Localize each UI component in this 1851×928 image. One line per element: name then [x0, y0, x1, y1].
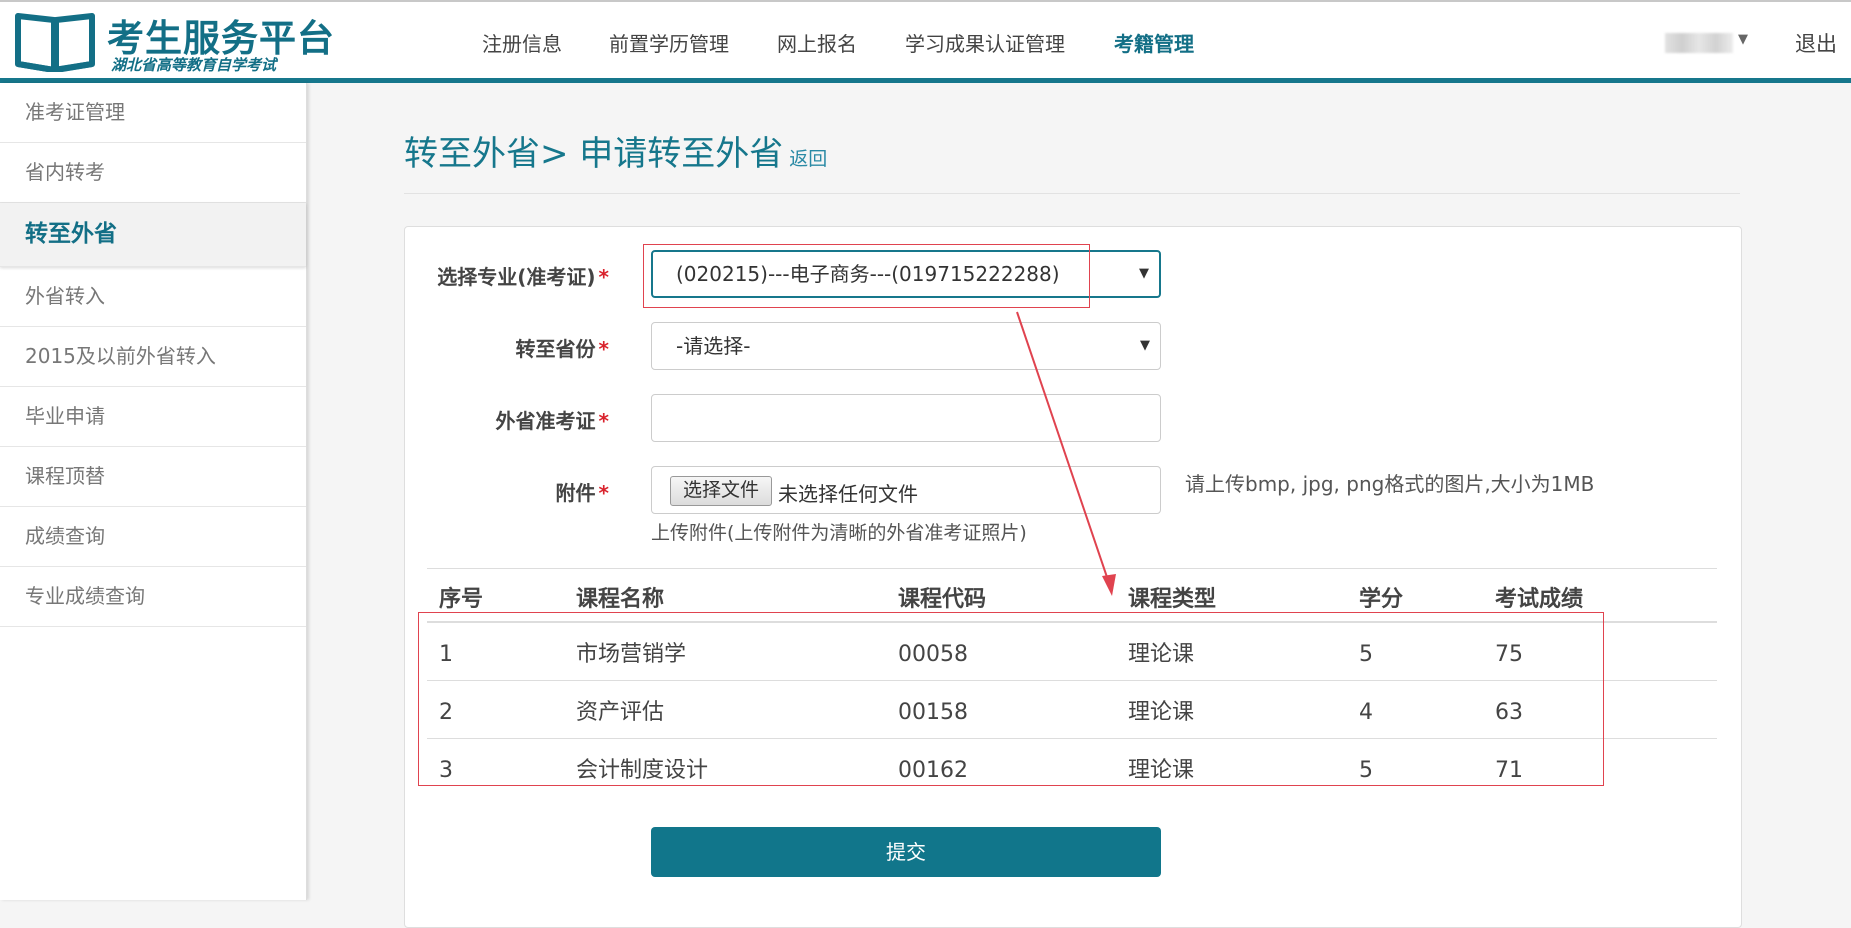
logout-link[interactable]: 退出 [1795, 28, 1837, 58]
annotation-box-major [643, 244, 1090, 308]
open-book-icon [15, 13, 95, 72]
select-arrow-icon: ▼ [1139, 266, 1149, 281]
ticket-label: 外省准考证 * [359, 405, 609, 434]
sidebar-item-transfer-out[interactable]: 转至外省 [0, 203, 306, 267]
attachment-label: 附件 * [359, 477, 609, 506]
sidebar-item-score-query[interactable]: 成绩查询 [0, 507, 306, 567]
choose-file-button[interactable]: 选择文件 [670, 476, 773, 506]
submit-button[interactable]: 提交 [651, 827, 1161, 877]
sidebar-item-major-score-query[interactable]: 专业成绩查询 [0, 567, 306, 627]
nav-online-signup[interactable]: 网上报名 [777, 28, 857, 57]
select-arrow-icon: ▼ [1140, 338, 1150, 353]
required-mark: * [598, 265, 609, 289]
file-status: 未选择任何文件 [778, 482, 919, 506]
province-label-text: 转至省份 [515, 337, 596, 361]
sidebar: 准考证管理 省内转考 转至外省 外省转入 2015及以前外省转入 毕业申请 课程… [0, 83, 307, 900]
attachment-label-text: 附件 [555, 481, 596, 505]
attachment-hint: 请上传bmp, jpg, png格式的图片,大小为1MB [1185, 472, 1595, 496]
province-select[interactable]: -请选择- ▼ [651, 322, 1161, 370]
sidebar-item-graduation[interactable]: 毕业申请 [0, 387, 306, 447]
province-select-value: -请选择- [676, 334, 751, 358]
page-title-text: 转至外省> 申请转至外省 [404, 134, 784, 174]
required-mark: * [598, 409, 609, 433]
sidebar-item-in-province-transfer[interactable]: 省内转考 [0, 143, 306, 203]
form-panel: 选择专业(准考证) * (020215)---电子商务---(0197152222… [404, 226, 1742, 928]
page-title: 转至外省> 申请转至外省 返回 [404, 126, 827, 175]
header: 考生服务平台 湖北省高等教育自学考试 注册信息 前置学历管理 网上报名 学习成果… [0, 2, 1851, 83]
caret-down-icon[interactable]: ▼ [1738, 32, 1748, 47]
nav-achievement-cert[interactable]: 学习成果认证管理 [905, 28, 1065, 57]
back-link[interactable]: 返回 [789, 148, 827, 170]
province-label: 转至省份 * [359, 333, 609, 362]
major-label-text: 选择专业(准考证) [437, 265, 596, 289]
required-mark: * [598, 337, 609, 361]
nav-status-management[interactable]: 考籍管理 [1114, 28, 1194, 57]
annotation-box-courses [418, 612, 1604, 786]
title-divider [404, 193, 1740, 194]
logo-subtitle: 湖北省高等教育自学考试 [111, 56, 277, 74]
sidebar-item-course-substitution[interactable]: 课程顶替 [0, 447, 306, 507]
major-label: 选择专业(准考证) * [359, 261, 609, 290]
nav-registration-info[interactable]: 注册信息 [482, 28, 562, 57]
file-input[interactable]: 选择文件 未选择任何文件 [651, 466, 1161, 514]
sidebar-item-admission-ticket[interactable]: 准考证管理 [0, 83, 306, 143]
sidebar-item-transfer-in[interactable]: 外省转入 [0, 267, 306, 327]
required-mark: * [598, 481, 609, 505]
attachment-subhint: 上传附件(上传附件为清晰的外省准考证照片) [651, 522, 1027, 544]
logo[interactable]: 考生服务平台 湖北省高等教育自学考试 [14, 8, 334, 74]
ticket-label-text: 外省准考证 [495, 409, 596, 433]
ticket-input[interactable] [651, 394, 1161, 442]
nav-prior-education[interactable]: 前置学历管理 [609, 28, 729, 57]
sidebar-item-legacy-transfer-in[interactable]: 2015及以前外省转入 [0, 327, 306, 387]
user-name-blurred[interactable] [1665, 33, 1733, 53]
